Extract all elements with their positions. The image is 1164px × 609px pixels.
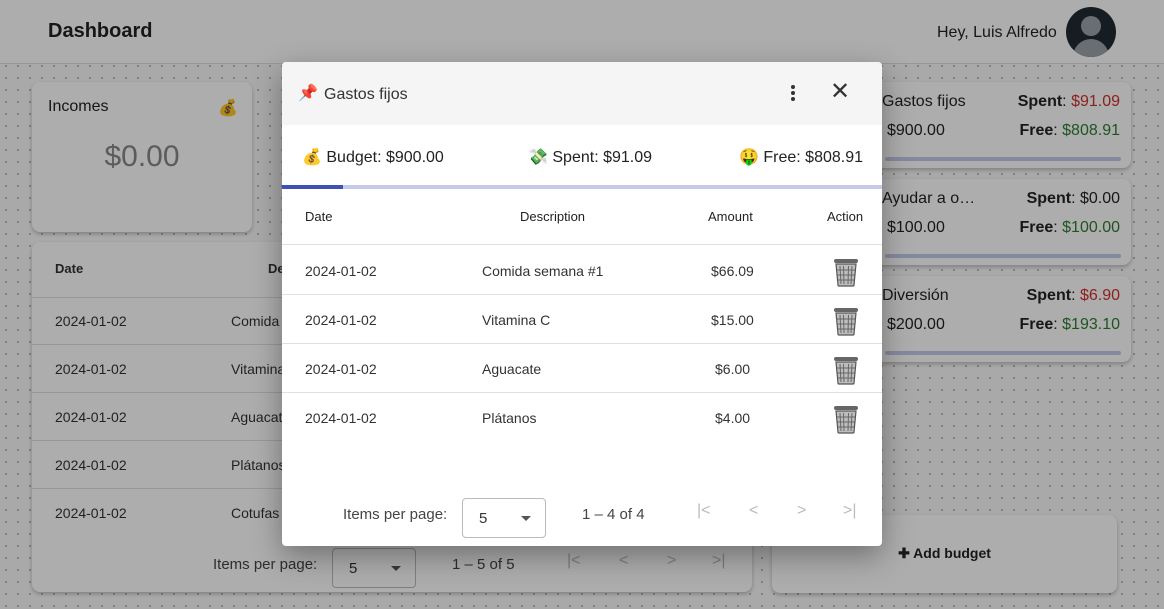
money-face-icon: 🤑 — [739, 149, 759, 166]
summary-spent: 💸 Spent: $91.09 — [528, 149, 653, 166]
dialog-paginator: Items per page: 5 1 – 4 of 4 |< < > >| — [343, 498, 882, 538]
more-options-icon[interactable] — [782, 80, 806, 106]
row-amount: $6.00 — [715, 361, 751, 377]
next-page-icon[interactable]: > — [797, 502, 806, 520]
row-description: Aguacate — [482, 361, 542, 377]
column-date: Date — [305, 209, 333, 224]
table-row: 2024-01-02 Aguacate $6.00 — [282, 344, 882, 393]
dialog-header: 📌 Gastos fijos ✕ — [282, 62, 882, 125]
trash-icon[interactable] — [833, 257, 859, 287]
row-date: 2024-01-02 — [305, 410, 377, 426]
dialog-title: Gastos fijos — [324, 86, 408, 103]
money-bag-icon: 💰 — [302, 149, 322, 166]
trash-icon[interactable] — [833, 355, 859, 385]
row-amount: $15.00 — [711, 312, 754, 328]
column-action: Action — [827, 209, 864, 224]
table-row: 2024-01-02 Comida semana #1 $66.09 — [282, 246, 882, 295]
row-description: Vitamina C — [482, 312, 551, 328]
previous-page-icon[interactable]: < — [749, 502, 758, 520]
budget-summary: 💰 Budget: $900.00 💸 Spent: $91.09 🤑 Free… — [282, 125, 882, 185]
close-icon[interactable]: ✕ — [830, 78, 850, 106]
column-description: Description — [520, 209, 586, 224]
row-description: Plátanos — [482, 410, 537, 426]
row-date: 2024-01-02 — [305, 312, 377, 328]
page-size-value: 5 — [479, 510, 488, 527]
page-size-select[interactable]: 5 — [462, 498, 546, 538]
table-row: 2024-01-02 Plátanos $4.00 — [282, 393, 882, 442]
summary-budget: 💰 Budget: $900.00 — [302, 149, 444, 166]
first-page-icon[interactable]: |< — [697, 502, 711, 520]
row-description: Comida semana #1 — [482, 263, 604, 279]
trash-icon[interactable] — [833, 306, 859, 336]
dialog-table-header: Date Description Amount Action — [282, 189, 882, 245]
page-range: 1 – 4 of 4 — [582, 506, 645, 523]
row-amount: $66.09 — [711, 263, 754, 279]
row-date: 2024-01-02 — [305, 263, 377, 279]
trash-icon[interactable] — [833, 404, 859, 434]
pushpin-icon: 📌 — [298, 85, 318, 102]
row-amount: $4.00 — [715, 410, 751, 426]
last-page-icon[interactable]: >| — [843, 502, 857, 520]
column-amount: Amount — [708, 209, 753, 224]
table-row: 2024-01-02 Vitamina C $15.00 — [282, 295, 882, 344]
budget-dialog: 📌 Gastos fijos ✕ 💰 Budget: $900.00 💸 Spe… — [282, 62, 882, 546]
row-date: 2024-01-02 — [305, 361, 377, 377]
money-with-wings-icon: 💸 — [528, 149, 548, 166]
chevron-down-icon — [521, 516, 531, 521]
summary-free: 🤑 Free: $808.91 — [739, 149, 863, 166]
items-per-page-label: Items per page: — [343, 506, 448, 523]
